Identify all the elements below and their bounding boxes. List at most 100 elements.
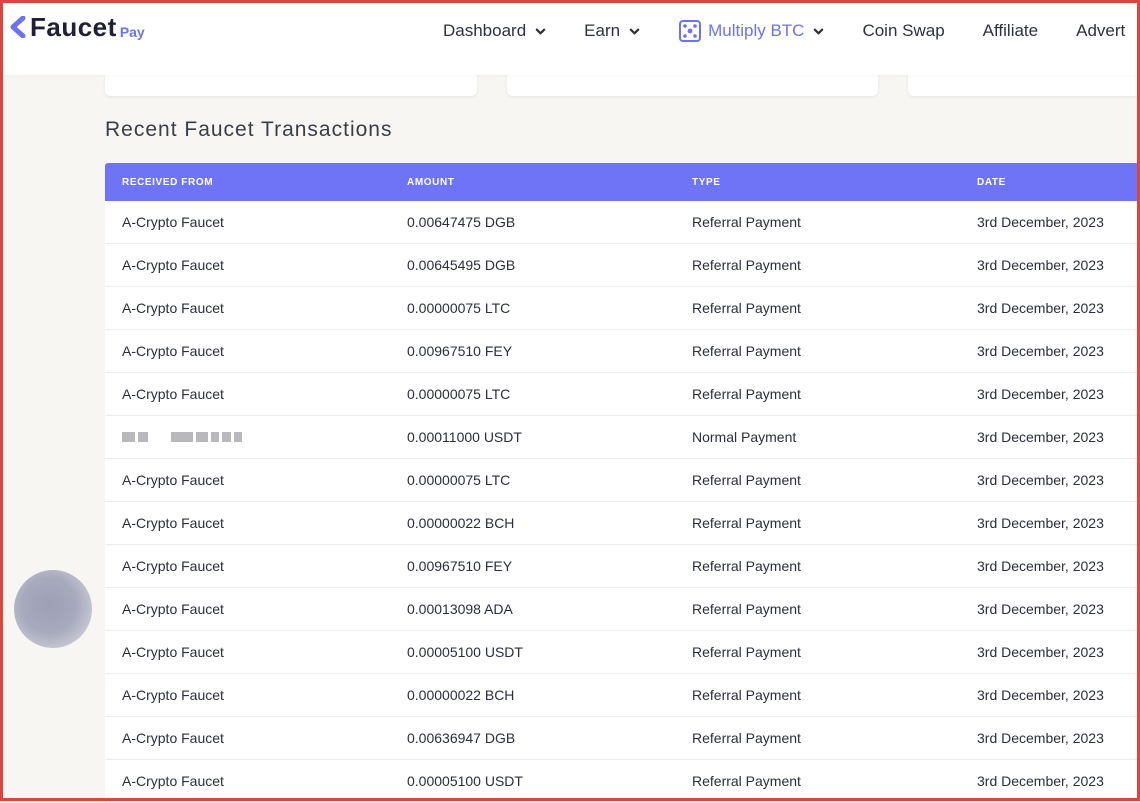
cell-amount: 0.00645495 DGB (407, 257, 516, 273)
table-row: A-Crypto Faucet 0.00645495 DGB Referral Pa… (105, 244, 1140, 287)
cell-received-from: A-Crypto Faucet (122, 515, 224, 531)
cell-date: 3rd December, 2023 (977, 773, 1104, 789)
logo-chevron-icon (10, 16, 26, 38)
table-row: A-Crypto Faucet 0.00000075 LTC Referral Pa… (105, 287, 1140, 330)
dice-icon (679, 20, 702, 42)
cell-amount: 0.00000022 BCH (407, 687, 515, 703)
cell-amount: 0.00967510 FEY (407, 558, 513, 574)
cell-amount: 0.00005100 USDT (407, 644, 523, 660)
cell-received-from: A-Crypto Faucet (122, 386, 224, 402)
cell-amount: 0.00011000 USDT (407, 429, 522, 445)
table-row: A-Crypto Faucet 0.00000075 LTC Referral Pa… (105, 459, 1140, 502)
blurred-avatar (14, 570, 92, 648)
table-row: A-Crypto Faucet 0.00647475 DGB Referral Pa… (105, 201, 1140, 244)
cell-received-from: A-Crypto Faucet (122, 558, 224, 574)
table-header: RECEIVED FROM AMOUNT TYPE DATE (105, 163, 1140, 201)
cell-amount: 0.00967510 FEY (407, 343, 513, 359)
cell-date: 3rd December, 2023 (977, 257, 1104, 273)
table-row: A-Crypto Faucet 0.00967510 FEY Referral Pa… (105, 545, 1140, 588)
table-row: A-Crypto Faucet 0.00000022 BCH Referral Pa… (105, 502, 1140, 545)
cell-type: Referral Payment (692, 343, 801, 359)
cell-amount: 0.00636947 DGB (407, 730, 516, 746)
cell-received-from: A-Crypto Faucet (122, 472, 224, 488)
cell-received-from: A-Crypto Faucet (122, 257, 224, 273)
cell-amount: 0.00000075 LTC (407, 386, 511, 402)
cell-date: 3rd December, 2023 (977, 558, 1104, 574)
cell-amount: 0.00000022 BCH (407, 515, 515, 531)
cell-amount: 0.00013098 ADA (407, 601, 513, 617)
transactions-table: RECEIVED FROM AMOUNT TYPE DATE A-Crypto … (105, 163, 1140, 803)
column-header-received-from: RECEIVED FROM (122, 176, 214, 188)
logo-wordmark: Faucet (30, 12, 117, 42)
column-header-type: TYPE (692, 176, 721, 188)
cell-received-from: A-Crypto Faucet (122, 644, 224, 660)
column-header-date: DATE (977, 176, 1006, 188)
cell-type: Referral Payment (692, 558, 801, 574)
cell-type: Referral Payment (692, 257, 801, 273)
main-nav: Dashboard Earn Multiply BTC Coin Swap Af… (443, 20, 1140, 42)
cell-date: 3rd December, 2023 (977, 472, 1104, 488)
cell-amount: 0.00000075 LTC (407, 472, 511, 488)
table-row: A-Crypto Faucet 0.00000075 LTC Referral Pa… (105, 373, 1140, 416)
chevron-down-icon (814, 28, 824, 34)
section-title: Recent Faucet Transactions (105, 118, 393, 141)
cell-date: 3rd December, 2023 (977, 730, 1104, 746)
cell-received-from: A-Crypto Faucet (122, 601, 224, 617)
faucetpay-logo[interactable]: Faucet Pay (10, 12, 145, 42)
table-row: A-Crypto Faucet 0.00005100 USDT Referral P… (105, 760, 1140, 803)
nav-coin-swap[interactable]: Coin Swap (862, 21, 944, 41)
redaction-mask (122, 432, 390, 442)
table-row: A-Crypto Faucet 0.00636947 DGB Referral Pa… (105, 717, 1140, 760)
chevron-down-icon (535, 28, 546, 34)
top-navbar: Faucet Pay Dashboard Earn Multiply BTC C… (3, 3, 1137, 75)
cell-amount: 0.00000075 LTC (407, 300, 511, 316)
nav-earn-label: Earn (584, 21, 621, 40)
table-row: A-Crypto Faucet 0.00967510 FEY Referral Pa… (105, 330, 1140, 373)
cell-type: Referral Payment (692, 730, 801, 746)
redacted-sender (105, 432, 390, 442)
cell-type: Referral Payment (692, 601, 801, 617)
table-row: A-Crypto Faucet 0.00013098 ADA Referral Pa… (105, 588, 1140, 631)
logo-suffix: Pay (119, 24, 145, 40)
cell-received-from: A-Crypto Faucet (122, 343, 224, 359)
table-row: 0.00011000 USDT Normal Payment 3rd Decembe… (105, 416, 1140, 459)
table-row: A-Crypto Faucet 0.00005100 USDT Referral P… (105, 631, 1140, 674)
cell-date: 3rd December, 2023 (977, 343, 1104, 359)
cell-type: Referral Payment (692, 386, 801, 402)
cell-received-from: A-Crypto Faucet (122, 300, 224, 316)
cell-received-from: A-Crypto Faucet (122, 730, 224, 746)
cell-date: 3rd December, 2023 (977, 214, 1104, 230)
chevron-down-icon (629, 28, 640, 34)
cell-type: Referral Payment (692, 773, 801, 789)
cell-date: 3rd December, 2023 (977, 515, 1104, 531)
cell-type: Referral Payment (692, 644, 801, 660)
cell-received-from: A-Crypto Faucet (122, 773, 224, 789)
nav-advertise[interactable]: Advert (1076, 21, 1125, 41)
table-body: A-Crypto Faucet 0.00647475 DGB Referral Pa… (105, 201, 1140, 803)
nav-multiply-btc-label: Multiply BTC (708, 21, 805, 40)
nav-dashboard-label: Dashboard (443, 21, 527, 40)
nav-affiliate-label: Affiliate (982, 21, 1039, 40)
cell-amount: 0.00647475 DGB (407, 214, 516, 230)
nav-affiliate[interactable]: Affiliate (983, 21, 1038, 41)
cell-amount: 0.00005100 USDT (407, 773, 523, 789)
table-row: A-Crypto Faucet 0.00000022 BCH Referral Pa… (105, 674, 1140, 717)
cell-type: Referral Payment (692, 214, 801, 230)
cell-received-from: A-Crypto Faucet (122, 214, 224, 230)
cell-date: 3rd December, 2023 (977, 429, 1104, 445)
nav-earn[interactable]: Earn (584, 21, 640, 41)
nav-dashboard[interactable]: Dashboard (443, 21, 546, 41)
cell-date: 3rd December, 2023 (977, 386, 1104, 402)
cell-received-from: A-Crypto Faucet (122, 687, 224, 703)
cell-type: Normal Payment (692, 429, 797, 445)
column-header-amount: AMOUNT (407, 176, 455, 188)
cell-type: Referral Payment (692, 472, 801, 488)
cell-date: 3rd December, 2023 (977, 601, 1104, 617)
cell-date: 3rd December, 2023 (977, 300, 1104, 316)
cell-date: 3rd December, 2023 (977, 644, 1104, 660)
cell-date: 3rd December, 2023 (977, 687, 1104, 703)
cell-type: Referral Payment (692, 300, 801, 316)
nav-advertise-label: Advert (1076, 21, 1126, 40)
nav-multiply-btc[interactable]: Multiply BTC (678, 20, 824, 42)
cell-type: Referral Payment (692, 687, 801, 703)
